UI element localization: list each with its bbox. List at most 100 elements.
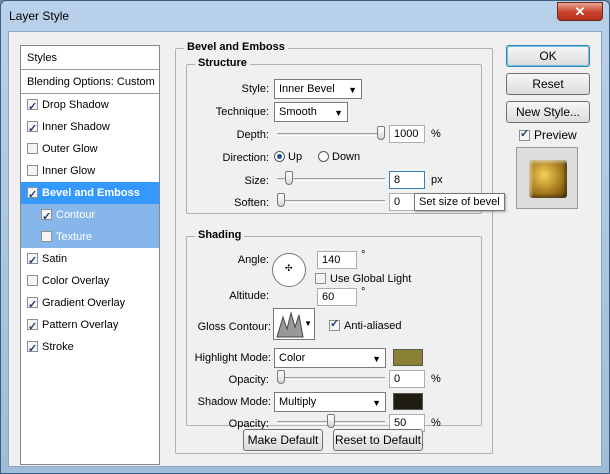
technique-select-value: Smooth (279, 106, 317, 118)
gloss-contour-picker[interactable]: ▼ (273, 308, 315, 340)
preview-thumbnail (516, 147, 578, 209)
shadow-color-swatch[interactable] (393, 393, 423, 410)
depth-input[interactable]: 1000 (389, 125, 425, 143)
checkbox-stroke[interactable] (27, 338, 38, 360)
checkbox-gradient-overlay[interactable] (27, 294, 38, 316)
highlight-opacity-unit: % (431, 373, 441, 385)
depth-slider-thumb[interactable] (377, 126, 385, 140)
checkbox-pattern-overlay[interactable] (27, 316, 38, 338)
shadow-opacity-thumb[interactable] (327, 414, 335, 428)
depth-unit: % (431, 128, 441, 140)
direction-up-option[interactable]: Up (274, 151, 302, 163)
style-item-contour[interactable]: Contour (21, 204, 159, 228)
style-item-stroke[interactable]: Stroke (21, 336, 159, 360)
global-light-option[interactable]: Use Global Light (315, 273, 411, 285)
style-item-label: Outer Glow (42, 143, 98, 155)
global-light-label: Use Global Light (330, 273, 412, 285)
make-default-button[interactable]: Make Default (243, 429, 323, 451)
radio-down[interactable] (318, 151, 329, 162)
chevron-down-icon: ▼ (372, 354, 381, 364)
soften-slider-thumb[interactable] (277, 193, 285, 207)
chevron-down-icon: ▼ (304, 319, 312, 328)
altitude-label: Altitude: (229, 290, 269, 302)
style-item-drop-shadow[interactable]: Drop Shadow (21, 94, 159, 118)
radio-up[interactable] (274, 151, 285, 162)
checkbox-global-light[interactable] (315, 273, 326, 284)
reset-to-default-button[interactable]: Reset to Default (333, 429, 423, 451)
style-item-inner-shadow[interactable]: Inner Shadow (21, 116, 159, 140)
checkbox-drop-shadow[interactable] (27, 96, 38, 118)
preview-label: Preview (534, 128, 577, 142)
structure-group: Structure Style: Inner Bevel ▼ Technique:… (186, 57, 482, 214)
highlight-opacity-thumb[interactable] (277, 370, 285, 384)
chevron-down-icon: ▼ (334, 108, 343, 118)
depth-label: Depth: (236, 129, 269, 141)
soften-slider-track[interactable] (277, 200, 385, 203)
anti-aliased-label: Anti-aliased (344, 320, 402, 332)
technique-label: Technique: (215, 106, 269, 118)
angle-label: Angle: (237, 254, 269, 266)
size-slider-track[interactable] (277, 178, 385, 181)
checkbox-inner-glow[interactable] (27, 165, 38, 176)
highlight-opacity-track[interactable] (277, 377, 385, 380)
style-item-label: Inner Glow (42, 165, 96, 177)
style-item-label: Bevel and Emboss (42, 187, 140, 199)
ok-button[interactable]: OK (506, 45, 590, 67)
checkbox-color-overlay[interactable] (27, 275, 38, 286)
checkbox-preview[interactable] (519, 127, 530, 141)
angle-dial[interactable]: ✣ (272, 253, 306, 287)
new-style-button[interactable]: New Style... (506, 101, 590, 123)
highlight-opacity-input[interactable]: 0 (389, 370, 425, 388)
direction-down-option[interactable]: Down (318, 151, 360, 163)
style-item-inner-glow[interactable]: Inner Glow (21, 160, 159, 182)
layer-style-window: Layer Style ✕ Styles Blending Options: C… (0, 0, 610, 474)
shadow-mode-value: Multiply (279, 396, 317, 408)
checkbox-texture[interactable] (41, 231, 52, 242)
direction-label: Direction: (222, 152, 269, 164)
highlight-mode-select[interactable]: Color ▼ (274, 348, 386, 368)
style-select[interactable]: Inner Bevel ▼ (274, 79, 362, 99)
blending-options-item[interactable]: Blending Options: Custom (21, 70, 159, 94)
style-item-color-overlay[interactable]: Color Overlay (21, 270, 159, 292)
style-item-label: Gradient Overlay (42, 297, 126, 309)
checkbox-anti-aliased[interactable] (329, 317, 340, 331)
size-input[interactable]: 8 (389, 171, 425, 189)
checkbox-outer-glow[interactable] (27, 143, 38, 154)
highlight-mode-value: Color (279, 352, 306, 364)
size-slider-thumb[interactable] (285, 171, 293, 185)
style-item-label: Inner Shadow (42, 121, 110, 133)
style-item-label: Drop Shadow (42, 99, 109, 111)
style-item-label: Texture (56, 231, 93, 243)
depth-slider-track[interactable] (277, 133, 385, 136)
anti-aliased-option[interactable]: Anti-aliased (329, 317, 402, 332)
style-label: Style: (241, 83, 269, 95)
technique-select[interactable]: Smooth ▼ (274, 102, 348, 122)
bevel-preview-swatch (529, 160, 567, 198)
style-item-bevel-emboss[interactable]: Bevel and Emboss (21, 182, 159, 206)
style-item-pattern-overlay[interactable]: Pattern Overlay (21, 314, 159, 338)
reset-button[interactable]: Reset (506, 73, 590, 95)
highlight-mode-label: Highlight Mode: (194, 352, 271, 364)
style-item-label: Contour (56, 209, 96, 221)
altitude-input[interactable]: 60 (317, 288, 357, 306)
window-title: Layer Style (9, 9, 70, 23)
checkbox-satin[interactable] (27, 250, 38, 272)
highlight-color-swatch[interactable] (393, 349, 423, 366)
style-item-satin[interactable]: Satin (21, 248, 159, 272)
dialog-body: Styles Blending Options: Custom Drop Sha… (8, 31, 602, 467)
close-button[interactable]: ✕ (557, 2, 603, 21)
angle-input[interactable]: 140 (317, 251, 357, 269)
shadow-opacity-unit: % (431, 417, 441, 429)
preview-option[interactable]: Preview (519, 127, 577, 142)
style-item-texture[interactable]: Texture (21, 226, 159, 248)
checkbox-contour[interactable] (41, 206, 52, 228)
checkbox-inner-shadow[interactable] (27, 118, 38, 140)
style-item-outer-glow[interactable]: Outer Glow (21, 138, 159, 160)
title-bar[interactable]: Layer Style ✕ (1, 1, 609, 31)
shadow-mode-select[interactable]: Multiply ▼ (274, 392, 386, 412)
styles-header[interactable]: Styles (21, 46, 159, 70)
style-item-label: Pattern Overlay (42, 319, 119, 331)
style-item-gradient-overlay[interactable]: Gradient Overlay (21, 292, 159, 316)
gloss-contour-label: Gloss Contour: (197, 321, 271, 333)
checkbox-bevel-emboss[interactable] (27, 184, 38, 206)
